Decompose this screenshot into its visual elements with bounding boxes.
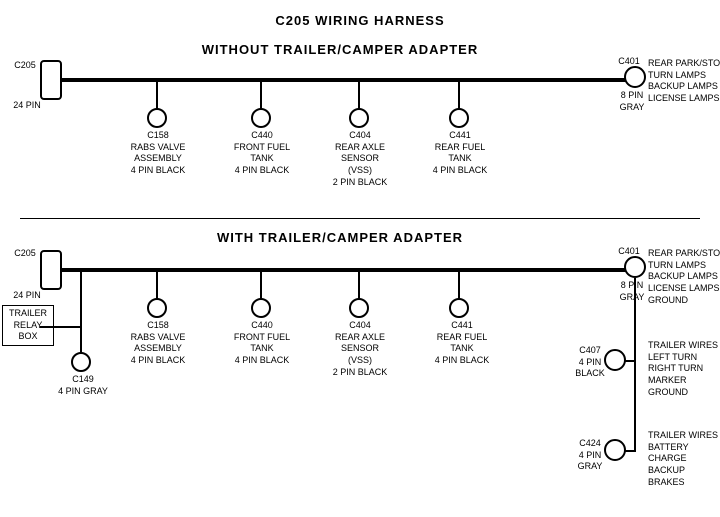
c441-2-label: C441REAR FUELTANK4 PIN BLACK bbox=[430, 320, 494, 367]
section2-label: WITH TRAILER/CAMPER ADAPTER bbox=[120, 230, 560, 245]
wire-line-2 bbox=[62, 268, 637, 272]
trailer-relay-label: TRAILERRELAYBOX bbox=[2, 305, 54, 346]
c401-2-right-label: REAR PARK/STOPTURN LAMPSBACKUP LAMPSLICE… bbox=[648, 248, 720, 306]
c158-1-circle bbox=[147, 108, 167, 128]
c149-label: C1494 PIN GRAY bbox=[54, 374, 112, 397]
c441-2-circle bbox=[449, 298, 469, 318]
c404-1-drop bbox=[358, 78, 360, 110]
c407-label: C4074 PINBLACK bbox=[572, 345, 608, 380]
c424-right-label: TRAILER WIRESBATTERY CHARGEBACKUPBRAKES bbox=[648, 430, 720, 488]
c441-2-drop bbox=[458, 268, 460, 300]
c401-1-pin-label: 8 PINGRAY bbox=[614, 90, 650, 113]
c205-2-pin-label: 24 PIN bbox=[6, 290, 48, 302]
c407-right-label: TRAILER WIRESLEFT TURNRIGHT TURNMARKERGR… bbox=[648, 340, 720, 398]
c158-1-label: C158RABS VALVEASSEMBLY4 PIN BLACK bbox=[126, 130, 190, 177]
c440-2-label: C440FRONT FUELTANK4 PIN BLACK bbox=[230, 320, 294, 367]
c404-1-circle bbox=[349, 108, 369, 128]
c404-1-label: C404REAR AXLESENSOR(VSS)2 PIN BLACK bbox=[328, 130, 392, 188]
right-branch-v bbox=[634, 278, 636, 450]
wire-line-1 bbox=[62, 78, 637, 82]
c401-1-label: C401 bbox=[614, 56, 644, 68]
c440-2-circle bbox=[251, 298, 271, 318]
c205-2-label: C205 bbox=[10, 248, 40, 260]
relay-box-drop bbox=[80, 268, 82, 328]
c158-2-drop bbox=[156, 268, 158, 300]
c401-2-label: C401 bbox=[614, 246, 644, 258]
section-divider bbox=[20, 218, 700, 219]
c158-1-drop bbox=[156, 78, 158, 110]
c149-circle bbox=[71, 352, 91, 372]
c401-1-right-label: REAR PARK/STOPTURN LAMPSBACKUP LAMPSLICE… bbox=[648, 58, 720, 105]
c158-2-circle bbox=[147, 298, 167, 318]
c440-1-label: C440FRONT FUELTANK4 PIN BLACK bbox=[230, 130, 294, 177]
c441-1-label: C441REAR FUELTANK4 PIN BLACK bbox=[428, 130, 492, 177]
c401-2-pin-label: 8 PINGRAY bbox=[614, 280, 650, 303]
c149-drop bbox=[80, 326, 82, 354]
c205-2-rect bbox=[40, 250, 62, 290]
page-title: C205 WIRING HARNESS bbox=[0, 5, 720, 28]
section1-label: WITHOUT TRAILER/CAMPER ADAPTER bbox=[120, 42, 560, 57]
c441-1-circle bbox=[449, 108, 469, 128]
c205-1-pin-label: 24 PIN bbox=[6, 100, 48, 112]
c404-2-circle bbox=[349, 298, 369, 318]
c205-1-label: C205 bbox=[10, 60, 40, 72]
c404-2-label: C404REAR AXLESENSOR(VSS)2 PIN BLACK bbox=[328, 320, 392, 378]
c441-1-drop bbox=[458, 78, 460, 110]
c404-2-drop bbox=[358, 268, 360, 300]
c401-2-circle bbox=[624, 256, 646, 278]
c158-2-label: C158RABS VALVEASSEMBLY4 PIN BLACK bbox=[126, 320, 190, 367]
c440-1-drop bbox=[260, 78, 262, 110]
c401-1-circle bbox=[624, 66, 646, 88]
c424-label: C4244 PINGRAY bbox=[572, 438, 608, 473]
c440-1-circle bbox=[251, 108, 271, 128]
c440-2-drop bbox=[260, 268, 262, 300]
c205-1-rect bbox=[40, 60, 62, 100]
diagram: C205 WIRING HARNESS WITHOUT TRAILER/CAMP… bbox=[0, 0, 720, 490]
